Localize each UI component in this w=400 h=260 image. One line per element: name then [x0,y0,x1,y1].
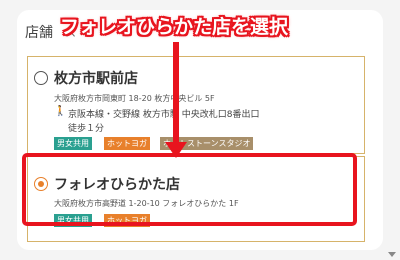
walking-person-icon: 🚶 [54,106,67,117]
annotation-banner: フォレオひらかた店を選択 [60,16,289,38]
tag-unisex: 男女共用 [54,137,92,150]
radio-button[interactable] [34,71,48,85]
tag-hot-yoga: ホットヨガ [104,137,150,150]
scrollbar[interactable] [384,0,400,260]
store-access-walk: 徒歩１分 [68,124,105,134]
arrow-down-icon [165,142,187,158]
store-address: 大阪府枚方市岡東町 18-20 枚方中央ビル 5F [54,94,215,103]
store-option-hirakatashi-ekimae[interactable]: 枚方市駅前店 大阪府枚方市岡東町 18-20 枚方中央ビル 5F 🚶 京阪本線・… [27,56,365,154]
store-access: 京阪本線・交野線 枚方市駅 中央改札口8番出口 [68,110,260,120]
section-label: 店舗 [25,25,53,41]
chevron-down-icon[interactable] [388,252,396,257]
selection-highlight-box [22,153,357,226]
store-name: 枚方市駅前店 [54,71,138,87]
annotation-arrow-shaft [173,42,179,144]
